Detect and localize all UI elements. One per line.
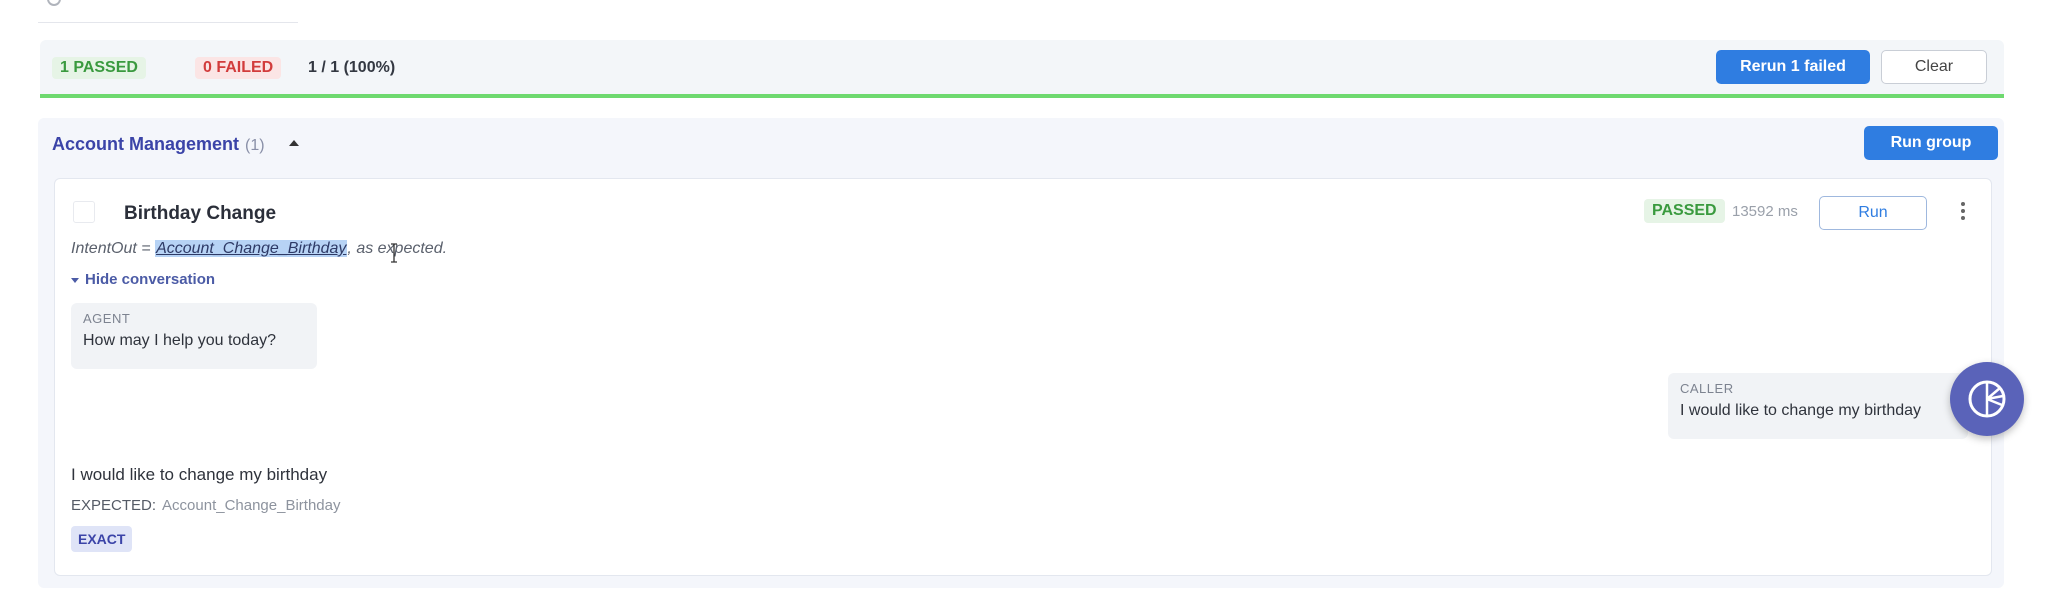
triangle-down-icon <box>71 277 79 283</box>
rerun-failed-button[interactable]: Rerun 1 failed <box>1716 50 1870 84</box>
search-field[interactable] <box>38 0 298 23</box>
expected-value: Account_Change_Birthday <box>162 497 341 514</box>
test-utterance: I would like to change my birthday <box>71 465 328 484</box>
expected-intent: EXPECTED: Account_Change_Birthday <box>71 497 341 514</box>
caller-message-bubble: CALLER I would like to change my birthda… <box>1668 373 1968 439</box>
clear-button[interactable]: Clear <box>1881 50 1987 84</box>
toggle-label: Hide conversation <box>85 271 216 288</box>
caret-up-icon[interactable] <box>289 140 299 146</box>
agent-message: How may I help you today? <box>83 332 276 349</box>
test-title: Birthday Change <box>124 203 277 224</box>
agent-message-bubble: AGENT How may I help you today? <box>71 303 317 369</box>
run-group-button[interactable]: Run group <box>1864 126 1998 160</box>
status-badge: PASSED <box>1644 199 1725 223</box>
failed-count-badge: 0 FAILED <box>195 57 282 79</box>
caller-message: I would like to change my birthday <box>1680 402 1922 419</box>
test-group-panel: Account Management (1) Run group Birthday… <box>38 118 2004 588</box>
passed-count-badge: 1 PASSED <box>52 57 146 79</box>
test-select-checkbox[interactable] <box>73 201 95 223</box>
agent-role-label: AGENT <box>83 311 131 326</box>
pass-ratio: 1 / 1 (100%) <box>308 59 396 76</box>
test-case-card: Birthday Change PASSED 13592 ms Run Inte… <box>54 178 1992 576</box>
group-header[interactable]: Account Management (1) <box>52 134 265 155</box>
text-cursor-icon <box>391 243 397 263</box>
group-title: Account Management <box>52 134 240 154</box>
intent-prefix: IntentOut = <box>71 240 156 257</box>
duration: 13592 ms <box>1732 203 1798 220</box>
hide-conversation-toggle[interactable]: Hide conversation <box>71 271 215 288</box>
caller-role-label: CALLER <box>1680 381 1734 396</box>
assistant-icon <box>1968 380 2006 418</box>
expected-label: EXPECTED: <box>71 497 157 514</box>
search-icon <box>47 0 61 6</box>
run-test-button[interactable]: Run <box>1819 196 1927 230</box>
match-type-badge: EXACT <box>71 526 133 552</box>
intent-value[interactable]: Account_Change_Birthday <box>155 240 348 257</box>
group-count: (1) <box>245 137 265 154</box>
test-summary-bar: 1 PASSED 0 FAILED 1 / 1 (100%) Rerun 1 f… <box>40 40 2004 98</box>
assistant-launcher-button[interactable] <box>1950 362 2024 436</box>
kebab-menu-icon[interactable] <box>1953 199 1973 225</box>
